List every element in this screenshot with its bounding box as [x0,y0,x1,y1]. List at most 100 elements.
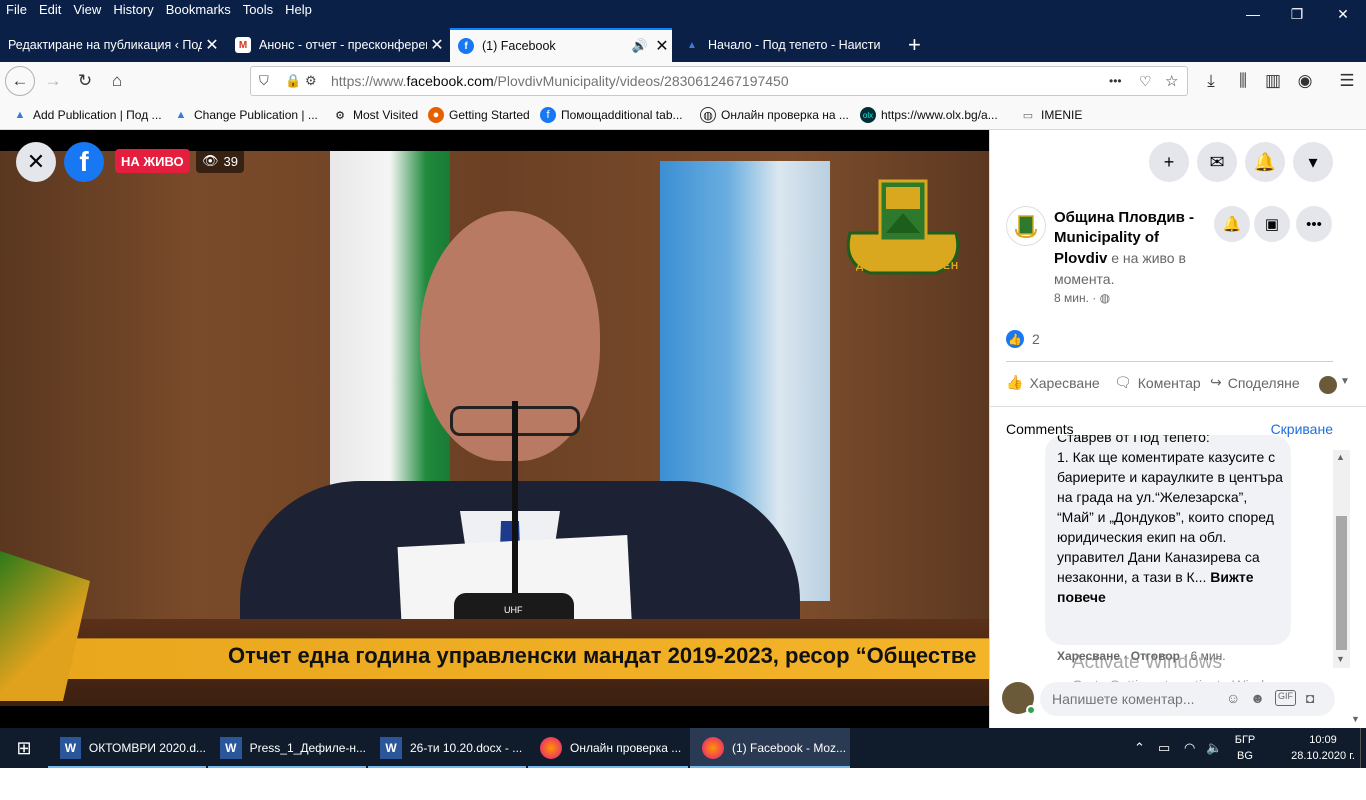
library-icon[interactable]: ⫼ [1228,66,1258,96]
tab-close-icon[interactable]: ✕ [427,35,447,55]
taskbar-item-firefox-2[interactable]: (1) Facebook - Moz... [690,728,850,768]
tab-edit-publication[interactable]: Редактиране на публикация ‹ Под ✕ [0,28,222,62]
taskbar-item-label: Press_1_Дефиле-н... [249,741,366,755]
bookmark-help[interactable]: f Помощadditional tab... [540,107,683,123]
system-clock[interactable]: 10:09 28.10.2020 г. [1288,732,1358,764]
volume-icon[interactable]: 🔈 [1206,728,1222,768]
share-icon: ↪ [1210,374,1222,390]
taskbar-item-word-2[interactable]: W Press_1_Дефиле-н... [208,728,366,768]
comment-text: 1. Как ще коментирате казусите с бариери… [1057,447,1285,607]
bookmark-imenie[interactable]: ▭ IMENIE [1020,107,1083,123]
speaker-icon[interactable]: 🔊 [632,38,648,54]
taskbar-item-word-1[interactable]: W ОКТОМВРИ 2020.d... [48,728,206,768]
url-text[interactable]: https://www.facebook.com/PlovdivMunicipa… [331,73,789,89]
menu-bookmarks[interactable]: Bookmarks [160,0,237,20]
page-actions-button[interactable]: ••• [1109,74,1122,88]
scrollbar-thumb[interactable] [1336,516,1347,650]
minimize-button[interactable]: — [1230,0,1276,28]
viewer-count-value: 39 [223,153,238,169]
wifi-icon[interactable]: ◠ [1184,728,1195,768]
close-video-button[interactable]: ✕ [16,142,56,182]
bookmark-change-publication[interactable]: ▲ Change Publication | ... [173,107,318,123]
pocket-icon[interactable]: ♡ [1139,73,1152,90]
chevron-down-icon[interactable]: ▼ [1340,376,1350,387]
menu-edit[interactable]: Edit [33,0,67,20]
show-hidden-icons[interactable]: ⌃ [1134,728,1145,768]
new-tab-button[interactable]: + [900,28,930,62]
taskbar-item-word-3[interactable]: W 26-ти 10.20.docx - ... [368,728,526,768]
tab-announcement[interactable]: M Анонс - отчет - пресконферен ✕ [227,28,447,62]
sticker-icon[interactable]: ☺ [1226,690,1240,706]
site-logo-icon: ▲ [14,109,26,121]
account-icon[interactable]: ◉ [1290,66,1320,96]
mic-brand: UHF [504,605,523,615]
scroll-down-icon[interactable]: ▼ [1351,714,1360,724]
sidebar-icon[interactable]: ▥ [1258,66,1288,96]
scroll-down-icon[interactable]: ▼ [1336,654,1345,664]
like-reaction-icon[interactable]: 👍 [1006,330,1024,348]
restore-button[interactable]: ❐ [1274,0,1320,28]
show-desktop-button[interactable] [1360,728,1366,768]
post-timestamp[interactable]: 8 мин. · ◍ [1054,291,1110,305]
account-dropdown-icon[interactable]: ▾ [1293,142,1333,182]
url-bar[interactable]: ⛉ 🔒 ⚙ https://www.facebook.com/PlovdivMu… [250,66,1188,96]
download-icon[interactable]: ⤓ [1196,66,1226,96]
camera-icon[interactable]: ◘ [1306,690,1314,706]
bookmark-add-publication[interactable]: ▲ Add Publication | Под ... [12,107,162,123]
create-button[interactable]: + [1149,142,1189,182]
bookmark-olx[interactable]: olx https://www.olx.bg/a... [860,107,998,123]
menu-tools[interactable]: Tools [237,0,279,20]
notifications-bell-icon[interactable]: 🔔 [1245,142,1285,182]
menu-help[interactable]: Help [279,0,318,20]
tab-pod-tepeto[interactable]: ▲ Начало - Под тепето - Наисти [676,28,896,62]
post-time: 8 мин. · [1054,291,1100,305]
like-label: Харесване [1029,374,1100,391]
profile-avatar[interactable] [1319,376,1337,394]
globe-icon: ◍ [700,107,716,123]
language-indicator[interactable]: БГР BG [1230,732,1260,764]
bookmark-getting-started[interactable]: ● Getting Started [428,107,530,123]
lock-icon[interactable]: 🔒 [285,73,301,89]
reload-button[interactable]: ↻ [70,66,100,96]
facebook-logo-icon[interactable]: f [64,142,104,182]
close-window-button[interactable]: ✕ [1320,0,1366,28]
battery-icon[interactable]: ▭ [1158,728,1170,768]
forward-button[interactable]: → [38,66,68,96]
video-player[interactable]: UHF Отчет една година управленски мандат… [0,130,989,728]
post-header-text: Община Пловдив - Municipality of Plovdiv… [1054,208,1214,290]
olx-icon: olx [860,107,876,123]
video-banner-text: Отчет една година управленски мандат 201… [228,643,977,668]
bookmark-star-icon[interactable]: ☆ [1165,72,1178,90]
eye-icon: 👁 [202,153,219,168]
firefox-icon [540,737,562,759]
windows-start-icon[interactable]: ⊞ [0,728,48,768]
share-button[interactable]: ↪ Споделяне [1210,374,1300,391]
bookmark-online-check[interactable]: ◍ Онлайн проверка на ... [700,107,849,123]
like-button[interactable]: 👍 Харесване [1006,374,1100,391]
menu-view[interactable]: View [67,0,107,20]
gif-icon[interactable]: GIF [1275,690,1297,706]
messenger-icon[interactable]: ✉ [1197,142,1237,182]
tab-close-icon[interactable]: ✕ [202,35,222,55]
bookmark-most-visited[interactable]: ⚙ Most Visited [332,107,418,123]
save-button[interactable]: ▣ [1254,206,1290,242]
taskbar-item-firefox-1[interactable]: Онлайн проверка ... [528,728,688,768]
bookmark-label: Change Publication | ... [194,108,318,122]
like-count[interactable]: 2 [1032,331,1040,347]
more-options-button[interactable]: ••• [1296,206,1332,242]
crest-icon [1015,215,1037,239]
tab-close-icon[interactable]: ✕ [652,36,672,56]
comment-button[interactable]: 🗨 Коментар [1114,374,1201,391]
back-button[interactable]: ← [5,66,35,96]
home-button[interactable]: ⌂ [102,66,132,96]
scroll-up-icon[interactable]: ▲ [1336,452,1345,462]
menu-file[interactable]: File [0,0,33,20]
permissions-icon[interactable]: ⚙ [305,73,317,89]
hamburger-menu-icon[interactable]: ☰ [1332,66,1362,96]
tab-facebook[interactable]: f (1) Facebook 🔊 ✕ [450,28,672,62]
shield-icon[interactable]: ⛉ [259,73,269,89]
emoji-icon[interactable]: ☻ [1250,690,1265,706]
follow-bell-button[interactable]: 🔔 [1214,206,1250,242]
page-avatar[interactable] [1006,206,1046,246]
menu-history[interactable]: History [107,0,159,20]
